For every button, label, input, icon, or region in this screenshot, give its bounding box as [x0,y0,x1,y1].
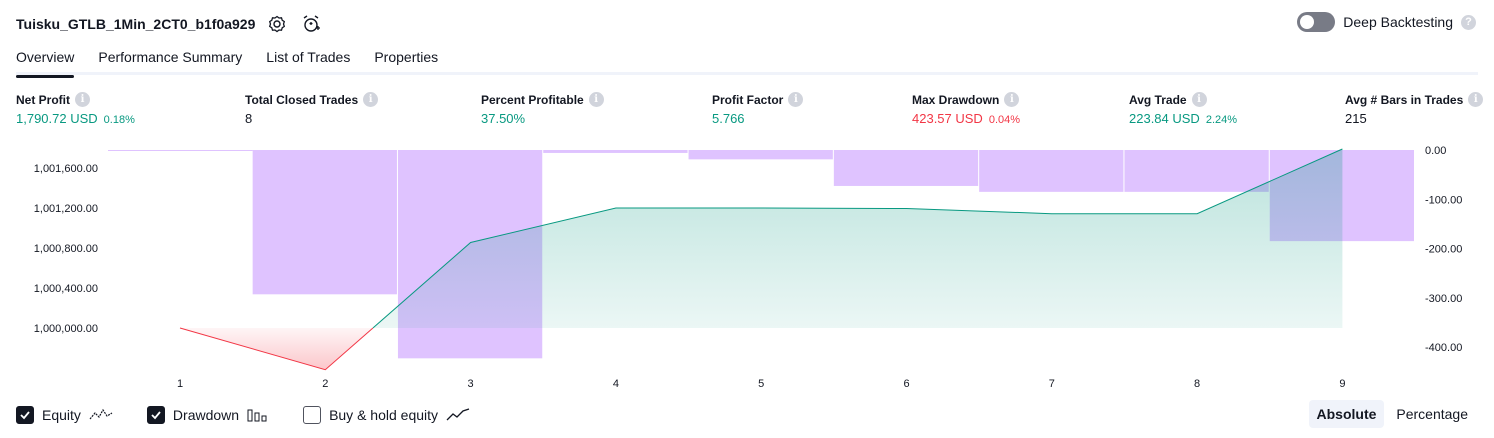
settings-gear-icon[interactable] [265,12,289,36]
buy-hold-checkbox[interactable] [303,406,322,424]
drawdown-bar [543,150,688,153]
info-icon[interactable]: i [1191,92,1207,107]
drawdown-bar [833,150,979,186]
legend-buy-hold-label: Buy & hold equity [329,407,439,423]
metric-max-drawdown: Max Drawdown i 423.57 USD 0.04% [912,92,1020,126]
equity-line-icon [89,408,113,420]
legend-buy-hold[interactable]: Buy & hold equity [303,406,470,424]
legend-drawdown[interactable]: Drawdown [146,406,269,424]
y-axis-left-tick: 1,001,600.00 [34,163,98,175]
metric-value: 215 [1345,111,1367,126]
x-axis-tick: 1 [177,378,183,390]
y-axis-left-tick: 1,000,400.00 [34,283,98,295]
y-axis-left-tick: 1,000,000.00 [34,323,98,335]
metric-value: 5.766 [712,111,745,126]
metric-avg-trade: Avg Trade i 223.84 USD 2.24% [1129,92,1237,126]
y-axis-right-tick: -400.00 [1425,342,1462,354]
tab-overview[interactable]: Overview [16,44,75,78]
info-icon[interactable]: i [588,92,604,107]
absolute-button[interactable]: Absolute [1308,400,1385,428]
metric-label: Avg Trade [1129,92,1187,107]
equity-checkbox[interactable] [16,406,34,424]
metric-label: Total Closed Trades [245,92,359,107]
equity-loss-area [180,328,373,370]
legend-equity-label: Equity [42,407,81,423]
drawdown-checkbox[interactable] [146,406,165,424]
percentage-button[interactable]: Percentage [1388,400,1476,428]
strategy-title: Tuisku_GTLB_1Min_2CT0_b1f0a929 [16,16,256,32]
x-axis-tick: 4 [613,378,619,390]
buy-hold-line-icon [446,408,470,421]
drawdown-bar [252,150,397,295]
x-axis-tick: 3 [468,378,474,390]
metric-percent: 2.24% [1205,114,1238,126]
y-axis-right-tick: -300.00 [1425,293,1462,305]
metric-percent: 0.04% [988,114,1021,126]
drawdown-bar [688,150,833,160]
drawdown-bar [108,150,253,151]
metric-label: Max Drawdown [912,92,1000,107]
metric-value: 8 [245,111,253,126]
drawdown-bar [1124,150,1269,192]
report-tabs: Overview Performance Summary List of Tra… [16,44,1478,78]
metric-label: Avg # Bars in Trades [1345,92,1464,107]
info-icon[interactable]: i [1468,92,1484,107]
metric-percent: 0.18% [103,114,135,126]
x-axis-tick: 9 [1339,378,1345,390]
x-axis-tick: 2 [322,378,328,390]
metric-net-profit: Net Profit i 1,790.72 USD 0.18% [16,92,135,126]
tab-list-of-trades[interactable]: List of Trades [266,44,350,75]
metric-value: 37.50% [481,111,526,126]
metric-avg-bars: Avg # Bars in Trades i 215 [1345,92,1484,126]
tab-performance-summary[interactable]: Performance Summary [98,44,242,75]
metric-profit-factor: Profit Factor i 5.766 [712,92,804,126]
chart-legend: Equity Drawdown Buy & hold equity [16,404,470,426]
metric-value: 423.57 USD [912,111,983,126]
metric-label: Percent Profitable [481,92,584,107]
info-icon[interactable]: i [363,92,379,107]
toggle-knob [1300,15,1315,29]
metrics-row: Net Profit i 1,790.72 USD 0.18% Total Clos… [0,92,1494,132]
metric-total-closed-trades: Total Closed Trades i 8 [245,92,379,126]
deep-backtesting-label: Deep Backtesting [1343,14,1453,30]
value-mode-switch: Absolute Percentage [1308,400,1477,428]
drawdown-bar [979,150,1124,192]
y-axis-left-tick: 1,001,200.00 [34,203,98,215]
info-icon[interactable]: i [1004,92,1020,107]
x-axis-tick: 8 [1194,378,1200,390]
y-axis-right-tick: 0.00 [1425,145,1446,157]
strategy-header: Tuisku_GTLB_1Min_2CT0_b1f0a929 [16,10,323,38]
x-axis-tick: 7 [1049,378,1055,390]
equity-drawdown-chart[interactable]: 1,001,600.00 1,001,200.00 1,000,800.00 1,00… [0,140,1494,400]
metric-value: 223.84 USD [1129,111,1200,126]
info-icon[interactable]: i [788,92,804,107]
y-axis-right-tick: -200.00 [1425,244,1462,256]
deep-backtesting-toggle[interactable] [1297,12,1336,32]
drawdown-bars-icon [247,409,267,422]
help-icon[interactable]: ? [1461,14,1476,30]
info-icon[interactable]: i [75,92,90,107]
alarm-clock-add-icon[interactable] [299,12,323,36]
y-axis-right-tick: -100.00 [1425,194,1462,206]
tab-properties[interactable]: Properties [374,44,438,75]
legend-equity[interactable]: Equity [16,406,113,424]
x-axis-tick: 6 [903,378,909,390]
metric-label: Profit Factor [712,92,784,107]
legend-drawdown-label: Drawdown [172,407,240,423]
metric-percent-profitable: Percent Profitable i 37.50% [481,92,604,126]
y-axis-left-tick: 1,000,800.00 [34,243,98,255]
x-axis-tick: 5 [758,378,764,390]
metric-label: Net Profit [16,92,70,107]
deep-backtesting-control: Deep Backtesting ? [1297,12,1476,32]
metric-value: 1,790.72 USD [16,111,98,126]
